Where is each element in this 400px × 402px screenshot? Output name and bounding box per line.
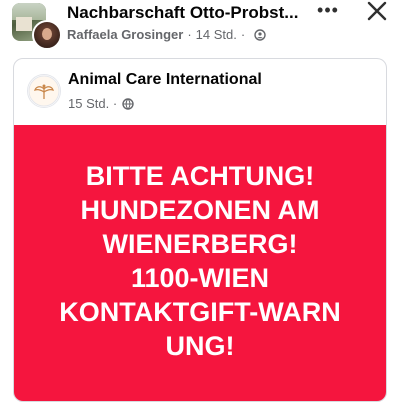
globe-icon: [122, 98, 134, 110]
user-avatar[interactable]: [32, 20, 62, 50]
warning-line: KONTAKTGIFT-WARN: [59, 297, 341, 327]
byline-separator-2: ·: [240, 27, 246, 42]
page-avatar[interactable]: [27, 74, 61, 108]
group-privacy-icon: [254, 29, 266, 41]
warning-message: BITTE ACHTUNG! HUNDEZONEN AM WIENERBERG!…: [14, 159, 386, 363]
warning-line: UNG!: [165, 331, 235, 361]
post-header: Nachbarschaft Otto-Probst... Raffaela Gr…: [0, 0, 400, 56]
group-title[interactable]: Nachbarschaft Otto-Probst...: [67, 3, 298, 23]
post-byline: Raffaela Grosinger · 14 Std. ·: [67, 27, 266, 42]
byline-separator: ·: [187, 27, 192, 42]
shared-post-time[interactable]: 15 Std.: [68, 96, 109, 111]
shared-meta-separator: ·: [112, 96, 118, 111]
shared-post-meta: 15 Std. ·: [68, 96, 134, 111]
more-options-button[interactable]: •••: [313, 0, 343, 22]
warning-line: WIENERBERG!: [102, 229, 298, 259]
shared-post-card[interactable]: Animal Care International 15 Std. · BITT…: [13, 58, 387, 402]
colored-text-post[interactable]: BITTE ACHTUNG! HUNDEZONEN AM WIENERBERG!…: [14, 125, 386, 401]
post-time[interactable]: 14 Std.: [196, 27, 237, 42]
page-name[interactable]: Animal Care International: [68, 71, 262, 89]
author-name[interactable]: Raffaela Grosinger: [67, 27, 183, 42]
warning-line: 1100-WIEN: [130, 263, 270, 293]
close-icon[interactable]: [364, 0, 390, 24]
warning-line: HUNDEZONEN AM: [80, 195, 320, 225]
warning-line: BITTE ACHTUNG!: [85, 161, 315, 191]
